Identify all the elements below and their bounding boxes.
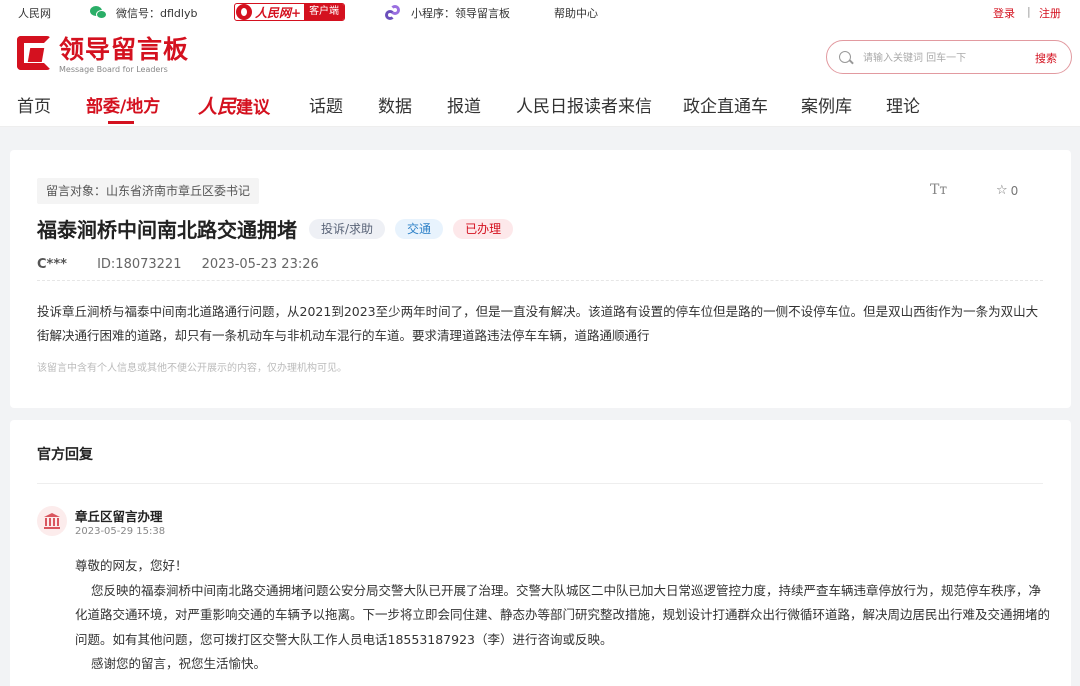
top-bar: 人民网 微信号：dfldlyb 人民网+ 客户端 小程序：领导留言板 帮助中心 … — [0, 0, 1080, 24]
nav-theory[interactable]: 理论 — [886, 92, 920, 117]
message-meta: C*** ID:18073221 2023-05-23 23:26 — [37, 257, 319, 272]
government-building-icon — [37, 506, 67, 536]
login-link[interactable]: 登录 — [993, 5, 1015, 21]
reply-text: 您反映的福泰涧桥中间南北路交通拥堵问题公安分局交警大队已开展了治理。交警大队城区… — [75, 582, 1051, 647]
reply-greeting: 尊敬的网友，您好！ — [75, 558, 188, 573]
favorite-count: 0 — [1010, 183, 1019, 198]
mini-program-icon — [385, 5, 401, 21]
site-link[interactable]: 人民网 — [18, 5, 51, 21]
mini-program-link[interactable]: 小程序：领导留言板 — [385, 5, 510, 21]
category-badge: 交通 — [395, 218, 444, 239]
people-logo-icon — [236, 4, 252, 20]
nav-suggestions-brand: 人民 — [198, 96, 237, 118]
status-badge: 已办理 — [453, 218, 514, 239]
client-name: 人民网+ — [255, 5, 302, 20]
reply-body: 尊敬的网友，您好！ 您反映的福泰涧桥中间南北路交通拥堵问题公安分局交警大队已开展… — [75, 554, 1051, 677]
nav-people-suggestions[interactable]: 人民建议 — [198, 92, 270, 119]
divider — [37, 483, 1043, 484]
nav-topics[interactable]: 话题 — [309, 92, 343, 117]
nav-case-library[interactable]: 案例库 — [801, 92, 852, 117]
nav-data[interactable]: 数据 — [378, 92, 412, 117]
search-icon — [839, 51, 851, 63]
reply-closing: 感谢您的留言，祝您生活愉快。 — [91, 656, 267, 671]
nav-home[interactable]: 首页 — [17, 92, 51, 117]
privacy-notice: 该留言中含有个人信息或其他不便公开展示的内容，仅办理机构可见。 — [37, 363, 347, 374]
reply-department: 章丘区留言办理 — [75, 509, 163, 524]
wechat-label: 微信号：dfldlyb — [116, 7, 198, 20]
official-reply-card: 官方回复 章丘区留言办理 2023-05-29 15:38 尊敬的网友，您好！ … — [10, 420, 1071, 686]
author-name: C*** — [37, 257, 67, 272]
nav-reader-letters[interactable]: 人民日报读者来信 — [516, 92, 652, 117]
client-app-link[interactable]: 人民网+ 客户端 — [234, 3, 346, 21]
title-row: 福泰涧桥中间南北路交通拥堵 投诉/求助 交通 已办理 — [37, 214, 514, 243]
search-input[interactable] — [863, 49, 1013, 67]
mini-program-label: 小程序：领导留言板 — [411, 7, 510, 20]
login-separator: | — [1027, 5, 1031, 18]
wechat-info: 微信号：dfldlyb — [90, 5, 197, 21]
logo-text: 领导留言板 Message Board for Leaders — [59, 36, 189, 75]
nav-ministries-local[interactable]: 部委/地方 — [86, 92, 160, 117]
logo-mark-icon — [17, 36, 51, 70]
search-box: 搜索 — [826, 40, 1072, 74]
search-button[interactable]: 搜索 — [1035, 50, 1057, 66]
type-badge: 投诉/求助 — [309, 218, 386, 239]
client-badge: 人民网+ 客户端 — [234, 3, 346, 21]
favorite-button[interactable]: ☆ 0 — [996, 183, 1018, 198]
client-tag: 客户端 — [304, 4, 345, 20]
font-size-toggle-icon[interactable]: Tт — [930, 182, 947, 198]
main-nav: 首页 部委/地方 人民建议 话题 数据 报道 人民日报读者来信 政企直通车 案例… — [0, 88, 1080, 128]
logo-title: 领导留言板 — [59, 35, 190, 64]
message-target: 留言对象：山东省济南市章丘区委书记 — [37, 178, 260, 204]
nav-gov-enterprise[interactable]: 政企直通车 — [683, 92, 768, 117]
message-time: 2023-05-23 23:26 — [201, 257, 319, 272]
message-title: 福泰涧桥中间南北路交通拥堵 — [37, 218, 297, 242]
reply-time: 2023-05-29 15:38 — [75, 526, 166, 537]
reply-section-title: 官方回复 — [37, 447, 93, 463]
nav-active-indicator — [108, 121, 134, 124]
message-content: 投诉章丘涧桥与福泰中间南北道路通行问题，从2021到2023至少两年时间了，但是… — [37, 304, 1039, 343]
help-center-link[interactable]: 帮助中心 — [554, 5, 598, 21]
register-link[interactable]: 注册 — [1039, 5, 1061, 21]
logo-subtitle: Message Board for Leaders — [59, 65, 168, 74]
nav-reports[interactable]: 报道 — [447, 92, 481, 117]
site-logo[interactable]: 领导留言板 Message Board for Leaders — [17, 36, 189, 75]
message-card: 留言对象：山东省济南市章丘区委书记 Tт ☆ 0 福泰涧桥中间南北路交通拥堵 投… — [10, 150, 1071, 408]
header: 领导留言板 Message Board for Leaders 搜索 首页 部委… — [0, 24, 1080, 127]
wechat-icon — [90, 6, 108, 20]
divider — [37, 280, 1043, 281]
nav-suggestions-label: 建议 — [236, 98, 271, 118]
star-icon: ☆ — [996, 183, 1008, 198]
message-id: ID:18073221 — [97, 257, 182, 272]
